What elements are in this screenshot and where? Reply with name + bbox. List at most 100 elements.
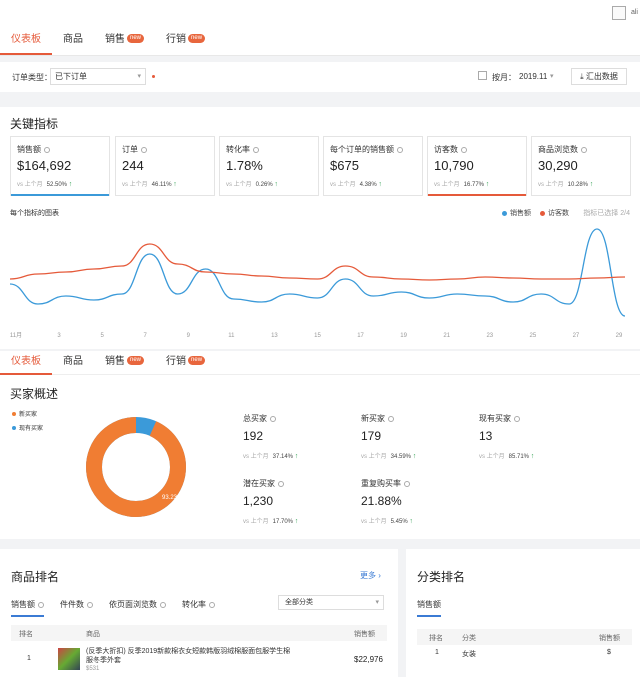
info-icon bbox=[278, 480, 284, 487]
product-name[interactable]: (反季大折扣) 反季2019新款棉衣女短款韩版羽绒棉服面包服学生棉服冬季外套 bbox=[86, 647, 296, 665]
info-icon bbox=[514, 415, 520, 422]
arrow-up-icon: ↑ bbox=[294, 518, 299, 525]
chevron-down-icon: ▾ bbox=[375, 599, 379, 606]
avatar-text: ali bbox=[630, 9, 638, 16]
category-select[interactable]: 全部分类 ▾ bbox=[278, 595, 384, 610]
x-tick-label: 15 bbox=[314, 333, 321, 339]
info-icon bbox=[404, 480, 410, 487]
product-thumbnail[interactable] bbox=[58, 648, 80, 670]
category-select-value: 全部分类 bbox=[285, 599, 313, 606]
metric-change: 34.59% bbox=[390, 454, 412, 460]
arrow-up-icon: ↑ bbox=[378, 181, 382, 188]
table-header: 排名 分类 销售额 bbox=[417, 629, 632, 645]
x-tick-label: 11月 bbox=[10, 332, 22, 339]
x-tick-label: 27 bbox=[573, 333, 580, 339]
chevron-right-icon: › bbox=[378, 571, 381, 580]
more-link[interactable]: 更多 › bbox=[360, 570, 381, 581]
kpi-card[interactable]: 转化率 1.78% vs 上个月 0.26% ↑ bbox=[219, 136, 319, 196]
tab-sales[interactable]: 销售 new bbox=[94, 27, 155, 55]
export-button[interactable]: ⤓ 汇出数据 bbox=[571, 68, 627, 85]
section-title: 商品排名 bbox=[11, 570, 60, 584]
subtab-conversion[interactable]: 转化率 bbox=[182, 599, 215, 617]
kpi-card[interactable]: 商品浏览数 30,290 vs 上个月 10.28% ↑ bbox=[531, 136, 631, 196]
metric-compare: vs 上个月 85.71% ↑ bbox=[479, 453, 535, 460]
header-product: 商品 bbox=[86, 631, 100, 638]
download-icon: ⤓ bbox=[580, 72, 584, 81]
legend-sales[interactable]: 销售额 bbox=[502, 208, 531, 218]
tab-marketing[interactable]: 行销 new bbox=[155, 27, 216, 55]
x-tick-label: 29 bbox=[616, 333, 623, 339]
info-icon bbox=[388, 415, 394, 422]
info-icon bbox=[581, 146, 587, 153]
order-type-select[interactable]: 已下订单 ▾ bbox=[50, 68, 146, 85]
subtab-pageviews[interactable]: 依页面浏览数 bbox=[109, 599, 166, 617]
info-icon bbox=[209, 601, 215, 608]
legend-label: 现有买家 bbox=[19, 426, 44, 432]
tab-products[interactable]: 商品 bbox=[52, 27, 94, 55]
kpi-card[interactable]: 订单 244 vs 上个月 46.11% ↑ bbox=[115, 136, 215, 196]
metric-value: 179 bbox=[361, 429, 382, 443]
x-tick-label: 11 bbox=[228, 333, 235, 339]
calendar-icon bbox=[478, 71, 487, 80]
kpi-label: 订单 bbox=[122, 144, 147, 155]
arrow-up-icon: ↑ bbox=[412, 453, 417, 460]
metric-compare: vs 上个月 5.45% ↑ bbox=[361, 518, 413, 525]
kpi-card[interactable]: 销售额 $164,692 vs 上个月 52.50% ↑ bbox=[10, 136, 110, 196]
buyer-metric: 总买家 192 vs 上个月 37.14% ↑ bbox=[243, 413, 298, 460]
metric-label: 新买家 bbox=[361, 413, 416, 424]
product-price: $531 bbox=[86, 666, 100, 672]
arrow-up-icon: ↑ bbox=[68, 181, 73, 188]
avatar[interactable] bbox=[612, 6, 626, 20]
trend-chart[interactable]: 11月 3 5 7 9 11 13 15 17 19 21 23 25 27 29 bbox=[10, 220, 630, 342]
tab-label: 行销 bbox=[166, 356, 187, 367]
required-dot bbox=[152, 75, 155, 78]
period-select[interactable]: 2019.11 bbox=[519, 72, 547, 81]
order-type-value: 已下订单 bbox=[55, 72, 87, 81]
metric-change: 37.14% bbox=[272, 454, 294, 460]
tab-dashboard[interactable]: 仪表板 bbox=[0, 351, 52, 375]
kpi-compare: vs 上个月 16.77% ↑ bbox=[434, 181, 490, 188]
info-icon bbox=[87, 601, 93, 608]
kpi-label: 每个订单的销售额 bbox=[330, 144, 403, 155]
info-icon bbox=[270, 415, 276, 422]
kpi-change: 0.26% bbox=[255, 182, 273, 188]
metric-value: 13 bbox=[479, 429, 493, 443]
subtab-label: 件件数 bbox=[60, 600, 84, 609]
table-row[interactable]: 1 (反季大折扣) 反季2019新款棉衣女短款韩版羽绒棉服面包服学生棉服冬季外套… bbox=[11, 645, 387, 675]
arrow-up-icon: ↑ bbox=[274, 181, 278, 188]
header-rank: 排名 bbox=[19, 631, 33, 638]
info-icon bbox=[397, 146, 403, 153]
kpi-change: 52.50% bbox=[46, 182, 68, 188]
buyer-panel: 仪表板 商品 销售 new 行销 new 买家概述 新买家 现有买家 93.23% … bbox=[0, 351, 640, 539]
export-label: 汇出数据 bbox=[585, 72, 618, 81]
buyer-metric: 重复购买率 21.88% vs 上个月 5.45% ↑ bbox=[361, 478, 413, 525]
info-icon bbox=[461, 146, 467, 153]
tab-marketing[interactable]: 行销 new bbox=[155, 351, 216, 375]
kpi-change: 10.28% bbox=[567, 182, 589, 188]
top-nav: ali 仪表板 商品 销售 new 行销 new bbox=[0, 0, 640, 56]
more-label: 更多 bbox=[360, 571, 376, 580]
product-sales: $22,976 bbox=[354, 655, 383, 664]
buyer-donut-chart: 93.23% bbox=[86, 417, 186, 517]
chart-title: 每个指标的图表 bbox=[10, 210, 59, 217]
x-tick-label: 19 bbox=[400, 333, 407, 339]
kpi-card[interactable]: 访客数 10,790 vs 上个月 16.77% ↑ bbox=[427, 136, 527, 196]
x-tick-label: 17 bbox=[357, 333, 364, 339]
tab-products[interactable]: 商品 bbox=[52, 351, 94, 375]
kpi-change: 46.11% bbox=[151, 182, 172, 188]
chevron-down-icon: ▾ bbox=[550, 73, 554, 80]
subtab-sales[interactable]: 销售额 bbox=[417, 599, 441, 617]
legend-dot bbox=[540, 210, 545, 216]
tab-sales[interactable]: 销售 new bbox=[94, 351, 155, 375]
subtab-units[interactable]: 件件数 bbox=[60, 599, 93, 617]
main-tabs: 仪表板 商品 销售 new 行销 new bbox=[0, 27, 216, 55]
tab-dashboard[interactable]: 仪表板 bbox=[0, 27, 52, 55]
x-tick-label: 5 bbox=[100, 333, 104, 339]
subtab-label: 依页面浏览数 bbox=[109, 600, 157, 609]
legend-visitors[interactable]: 访客数 bbox=[540, 208, 569, 218]
kpi-card[interactable]: 每个订单的销售额 $675 vs 上个月 4.38% ↑ bbox=[323, 136, 423, 196]
subtab-sales[interactable]: 销售额 bbox=[11, 599, 44, 617]
slice-label: 93.23% bbox=[162, 495, 183, 501]
metric-label: 潜在买家 bbox=[243, 478, 298, 489]
row-rank: 1 bbox=[27, 655, 31, 662]
